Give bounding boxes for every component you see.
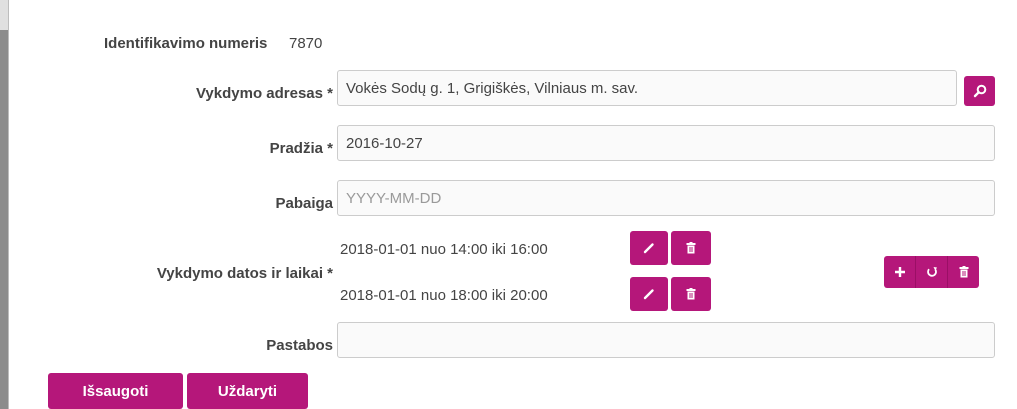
schedule-actions: [884, 256, 979, 288]
schedule-item-text: 2018-01-01 nuo 14:00 iki 16:00: [340, 241, 548, 258]
save-button-label: Išsaugoti: [82, 382, 149, 400]
start-date-label: Pradžia *: [269, 140, 333, 157]
trash-icon: [959, 266, 968, 278]
pencil-icon: [643, 243, 654, 254]
pencil-icon: [643, 289, 654, 300]
edit-slot-button[interactable]: [630, 277, 668, 311]
form-page: Identifikavimo numeris 7870 Vykdymo adre…: [0, 0, 1017, 409]
close-button-label: Uždaryti: [217, 382, 278, 400]
edit-slot-button[interactable]: [630, 231, 668, 265]
id-label: Identifikavimo numeris: [104, 35, 268, 52]
delete-all-slots-button[interactable]: [947, 256, 979, 288]
add-slot-button[interactable]: [884, 256, 915, 288]
start-date-field[interactable]: [337, 125, 995, 161]
id-value: 7870: [289, 35, 323, 52]
refresh-icon: [926, 267, 937, 277]
schedule-label: Vykdymo datos ir laikai *: [156, 265, 333, 282]
end-date-label: Pabaiga: [275, 195, 333, 212]
search-icon: [973, 84, 986, 98]
notes-field[interactable]: [337, 322, 995, 358]
save-button[interactable]: Išsaugoti: [48, 373, 183, 409]
end-date-field[interactable]: [337, 180, 995, 216]
trash-icon: [686, 242, 696, 254]
delete-slot-button[interactable]: [671, 277, 711, 311]
delete-slot-button[interactable]: [671, 231, 711, 265]
trash-icon: [686, 288, 696, 300]
left-sidebar-top: [0, 0, 8, 30]
notes-label: Pastabos: [266, 337, 333, 354]
schedule-item-text: 2018-01-01 nuo 18:00 iki 20:00: [340, 287, 548, 304]
left-sidebar-edge: [0, 0, 9, 409]
address-search-button[interactable]: [964, 76, 995, 106]
close-button[interactable]: Uždaryti: [187, 373, 308, 409]
refresh-slots-button[interactable]: [915, 256, 947, 288]
address-field[interactable]: [337, 70, 957, 106]
address-label: Vykdymo adresas *: [195, 85, 333, 102]
plus-icon: [894, 267, 905, 277]
